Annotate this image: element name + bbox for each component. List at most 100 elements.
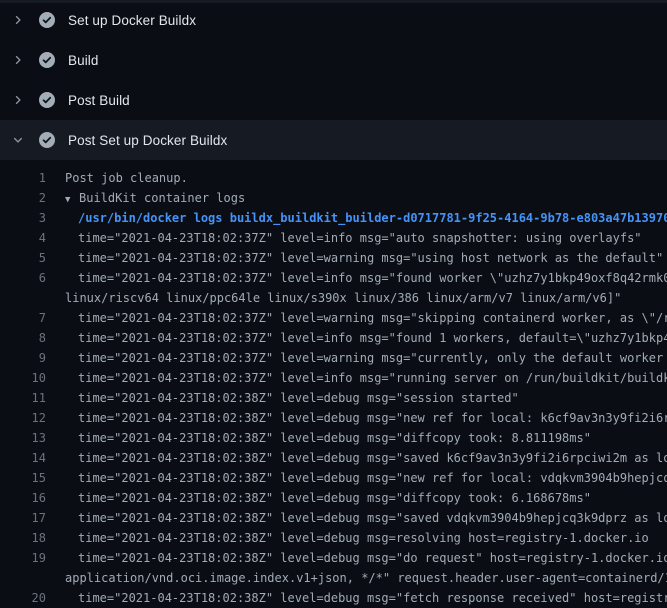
log-text: time="2021-04-23T18:02:38Z" level=debug …	[78, 388, 519, 408]
log-message: time="2021-04-23T18:02:38Z" level=debug …	[78, 531, 649, 545]
log-text: time="2021-04-23T18:02:37Z" level=warnin…	[78, 308, 667, 328]
step-title: Post Set up Docker Buildx	[68, 133, 227, 148]
check-circle-icon	[39, 132, 55, 148]
log-text: time="2021-04-23T18:02:38Z" level=debug …	[78, 448, 667, 468]
chevron-down-icon[interactable]	[12, 133, 24, 147]
log-line-continuation: linux/riscv64 linux/ppc64le linux/s390x …	[0, 288, 667, 308]
log-message: time="2021-04-23T18:02:38Z" level=debug …	[78, 391, 519, 405]
line-number[interactable]: 13	[0, 428, 46, 448]
line-number[interactable]: 11	[0, 388, 46, 408]
log-message: time="2021-04-23T18:02:37Z" level=info m…	[78, 371, 667, 385]
step-header[interactable]: Post Build	[0, 80, 667, 120]
line-number[interactable]: 12	[0, 408, 46, 428]
line-number[interactable]: 7	[0, 308, 46, 328]
log-message: BuildKit container logs	[79, 191, 245, 205]
log-line: 17 time="2021-04-23T18:02:38Z" level=debu…	[0, 508, 667, 528]
line-number	[0, 568, 46, 588]
log-text: time="2021-04-23T18:02:37Z" level=warnin…	[78, 348, 667, 368]
log-text: time="2021-04-23T18:02:37Z" level=warnin…	[78, 248, 663, 268]
steps-list: Set up Docker Buildx Build Post Build Post …	[0, 0, 667, 160]
chevron-right-icon[interactable]	[12, 13, 24, 27]
log-message: time="2021-04-23T18:02:38Z" level=debug …	[78, 411, 667, 425]
log-line: 9 time="2021-04-23T18:02:37Z" level=warni…	[0, 348, 667, 368]
log-message: time="2021-04-23T18:02:38Z" level=debug …	[78, 591, 667, 605]
log-line: 1 Post job cleanup.	[0, 168, 667, 188]
line-number[interactable]: 4	[0, 228, 46, 248]
log-message: linux/riscv64 linux/ppc64le linux/s390x …	[65, 291, 621, 305]
log-text: time="2021-04-23T18:02:37Z" level=info m…	[78, 228, 642, 248]
line-number[interactable]: 1	[0, 168, 46, 188]
log-text: ▼BuildKit container logs	[65, 188, 245, 208]
log-line: 6 time="2021-04-23T18:02:37Z" level=info …	[0, 268, 667, 288]
log-lines-container: 1 Post job cleanup. 2 ▼BuildKit container l…	[0, 160, 667, 600]
line-number[interactable]: 17	[0, 508, 46, 528]
log-group-toggle-icon[interactable]: ▼	[65, 190, 79, 210]
chevron-right-icon[interactable]	[12, 93, 24, 107]
log-text: time="2021-04-23T18:02:38Z" level=debug …	[78, 468, 667, 488]
log-text: time="2021-04-23T18:02:37Z" level=info m…	[78, 328, 667, 348]
log-message: time="2021-04-23T18:02:38Z" level=debug …	[78, 511, 667, 525]
check-circle-icon	[39, 12, 55, 28]
log-message: time="2021-04-23T18:02:37Z" level=warnin…	[78, 351, 667, 365]
log-line-continuation: application/vnd.oci.image.index.v1+json,…	[0, 568, 667, 588]
log-line: 15 time="2021-04-23T18:02:38Z" level=debu…	[0, 468, 667, 488]
line-number[interactable]: 8	[0, 328, 46, 348]
log-line: 2 ▼BuildKit container logs	[0, 188, 667, 208]
log-line: 8 time="2021-04-23T18:02:37Z" level=info …	[0, 328, 667, 348]
log-line: 3/usr/bin/docker logs buildx_buildkit_bu…	[0, 208, 667, 228]
line-number[interactable]: 10	[0, 368, 46, 388]
check-circle-icon	[39, 92, 55, 108]
step-title: Post Build	[68, 93, 130, 108]
log-text: application/vnd.oci.image.index.v1+json,…	[65, 568, 667, 588]
line-number[interactable]: 15	[0, 468, 46, 488]
log-message: time="2021-04-23T18:02:38Z" level=debug …	[78, 471, 667, 485]
line-number[interactable]: 20	[0, 588, 46, 608]
log-text: time="2021-04-23T18:02:38Z" level=debug …	[78, 508, 667, 528]
line-number[interactable]: 6	[0, 268, 46, 288]
log-text: time="2021-04-23T18:02:37Z" level=info m…	[78, 368, 667, 388]
check-circle-icon	[39, 52, 55, 68]
line-number[interactable]: 18	[0, 528, 46, 548]
log-line: 19 time="2021-04-23T18:02:38Z" level=debu…	[0, 548, 667, 568]
line-number[interactable]: 16	[0, 488, 46, 508]
log-message: time="2021-04-23T18:02:37Z" level=warnin…	[78, 311, 667, 325]
step-title: Set up Docker Buildx	[68, 13, 196, 28]
log-text: linux/riscv64 linux/ppc64le linux/s390x …	[65, 288, 621, 308]
log-line: 4 time="2021-04-23T18:02:37Z" level=info …	[0, 228, 667, 248]
log-line: 10 time="2021-04-23T18:02:37Z" level=info…	[0, 368, 667, 388]
log-text: time="2021-04-23T18:02:38Z" level=debug …	[78, 408, 667, 428]
log-line: 16 time="2021-04-23T18:02:38Z" level=debu…	[0, 488, 667, 508]
log-message: time="2021-04-23T18:02:38Z" level=debug …	[78, 431, 591, 445]
line-number[interactable]: 5	[0, 248, 46, 268]
log-text: time="2021-04-23T18:02:38Z" level=debug …	[78, 488, 591, 508]
log-line: 11 time="2021-04-23T18:02:38Z" level=debu…	[0, 388, 667, 408]
line-number[interactable]: 19	[0, 548, 46, 568]
log-message: time="2021-04-23T18:02:37Z" level=info m…	[78, 231, 642, 245]
line-number[interactable]: 3	[0, 208, 46, 228]
log-message: time="2021-04-23T18:02:37Z" level=warnin…	[78, 251, 663, 265]
log-line: 14 time="2021-04-23T18:02:38Z" level=debu…	[0, 448, 667, 468]
step-header[interactable]: Build	[0, 40, 667, 80]
log-text: time="2021-04-23T18:02:38Z" level=debug …	[78, 528, 649, 548]
step-title: Build	[68, 53, 99, 68]
log-message: time="2021-04-23T18:02:37Z" level=info m…	[78, 331, 667, 345]
line-number	[0, 288, 46, 308]
log-text: time="2021-04-23T18:02:37Z" level=info m…	[78, 268, 667, 288]
step-header[interactable]: Set up Docker Buildx	[0, 0, 667, 40]
chevron-right-icon[interactable]	[12, 53, 24, 67]
log-line: 18 time="2021-04-23T18:02:38Z" level=debu…	[0, 528, 667, 548]
command-text: /usr/bin/docker logs buildx_buildkit_bui…	[78, 211, 667, 225]
log-line: 13 time="2021-04-23T18:02:38Z" level=debu…	[0, 428, 667, 448]
line-number[interactable]: 14	[0, 448, 46, 468]
log-line: 7 time="2021-04-23T18:02:37Z" level=warni…	[0, 308, 667, 328]
log-text: time="2021-04-23T18:02:38Z" level=debug …	[78, 548, 667, 568]
log-line: 5 time="2021-04-23T18:02:37Z" level=warni…	[0, 248, 667, 268]
log-message: application/vnd.oci.image.index.v1+json,…	[65, 571, 667, 585]
line-number[interactable]: 9	[0, 348, 46, 368]
log-message: time="2021-04-23T18:02:38Z" level=debug …	[78, 451, 667, 465]
line-number[interactable]: 2	[0, 188, 46, 208]
log-line: 12 time="2021-04-23T18:02:38Z" level=debu…	[0, 408, 667, 428]
step-header[interactable]: Post Set up Docker Buildx	[0, 120, 667, 160]
log-line: 20 time="2021-04-23T18:02:38Z" level=debu…	[0, 588, 667, 608]
log-message: Post job cleanup.	[65, 171, 188, 185]
